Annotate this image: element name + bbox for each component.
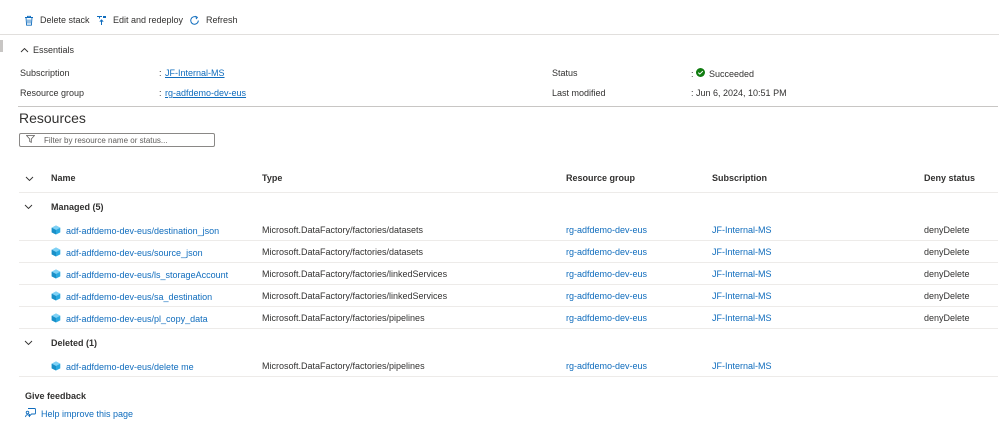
resource-type: Microsoft.DataFactory/factories/linkedSe…	[262, 291, 448, 301]
deny-status: denyDelete	[924, 313, 970, 323]
resource-name-text: adf-adfdemo-dev-eus/source_json	[66, 248, 203, 258]
col-header-name[interactable]: Name	[51, 173, 76, 183]
resource-name-link[interactable]: adf-adfdemo-dev-eus/ls_storageAccount	[51, 269, 228, 281]
resource-group-link[interactable]: rg-adfdemo-dev-eus	[566, 247, 647, 257]
resource-group-link[interactable]: rg-adfdemo-dev-eus	[566, 225, 647, 235]
refresh-label: Refresh	[206, 15, 238, 25]
resource-name-link[interactable]: adf-adfdemo-dev-eus/sa_destination	[51, 291, 212, 303]
refresh-icon	[189, 15, 200, 26]
subscription-link[interactable]: JF-Internal-MS	[712, 313, 772, 323]
filter-input[interactable]	[44, 135, 204, 145]
help-improve-link[interactable]: Help improve this page	[25, 407, 133, 420]
subscription-link[interactable]: JF-Internal-MS	[712, 247, 772, 257]
group-managed-label: Managed (5)	[51, 202, 104, 212]
group-managed[interactable]: Managed (5)	[24, 202, 104, 212]
feedback-icon	[25, 407, 37, 420]
status-value: Succeeded	[696, 68, 754, 79]
row-divider	[19, 240, 998, 241]
deny-status: denyDelete	[924, 247, 970, 257]
help-improve-text: Help improve this page	[41, 408, 134, 419]
resource-group-label: Resource group	[20, 88, 85, 98]
delete-stack-label: Delete stack	[40, 15, 90, 25]
resource-type: Microsoft.DataFactory/factories/datasets	[262, 247, 424, 257]
col-header-deny-status[interactable]: Deny status	[924, 173, 975, 183]
group-deleted-label: Deleted (1)	[51, 338, 98, 348]
resource-cube-icon	[51, 361, 61, 373]
resource-cube-icon	[51, 225, 61, 237]
resource-name-link[interactable]: adf-adfdemo-dev-eus/pl_copy_data	[51, 313, 208, 325]
resources-heading: Resources	[19, 110, 86, 126]
resource-cube-icon	[51, 313, 61, 325]
chevron-down-icon	[24, 202, 51, 212]
last-modified-value: Jun 6, 2024, 10:51 PM	[696, 88, 787, 98]
deny-status: denyDelete	[924, 291, 970, 301]
resource-type: Microsoft.DataFactory/factories/datasets	[262, 225, 424, 235]
chevron-down-icon	[24, 338, 51, 348]
resource-cube-icon	[51, 291, 61, 303]
status-colon: :	[691, 69, 694, 79]
collapse-all-chevron-icon[interactable]	[25, 174, 34, 184]
resource-group-link[interactable]: rg-adfdemo-dev-eus	[566, 313, 647, 323]
subscription-link[interactable]: JF-Internal-MS	[712, 269, 772, 279]
trash-icon	[24, 15, 34, 26]
row-divider	[19, 284, 998, 285]
col-header-type[interactable]: Type	[262, 173, 282, 183]
essentials-toggle[interactable]: Essentials	[20, 45, 74, 55]
col-header-subscription[interactable]: Subscription	[712, 173, 767, 183]
resource-cube-icon	[51, 269, 61, 281]
resource-group-link[interactable]: rg-adfdemo-dev-eus	[566, 291, 647, 301]
filter-icon	[20, 135, 36, 145]
status-text: Succeeded	[709, 68, 755, 79]
command-bar: Delete stack Edit and redeploy Refresh	[0, 0, 999, 35]
row-divider	[19, 328, 998, 329]
edit-redeploy-button[interactable]: Edit and redeploy	[96, 11, 183, 29]
subscription-label: Subscription	[20, 68, 70, 78]
subscription-link[interactable]: JF-Internal-MS	[712, 361, 772, 371]
subscription-link[interactable]: JF-Internal-MS	[165, 68, 225, 78]
resource-name-text: adf-adfdemo-dev-eus/ls_storageAccount	[66, 270, 229, 280]
resource-type: Microsoft.DataFactory/factories/pipeline…	[262, 313, 425, 323]
resource-type: Microsoft.DataFactory/factories/pipeline…	[262, 361, 425, 371]
give-feedback-heading: Give feedback	[25, 391, 87, 401]
resource-name-text: adf-adfdemo-dev-eus/sa_destination	[66, 292, 213, 302]
resource-name-link[interactable]: adf-adfdemo-dev-eus/delete me	[51, 361, 194, 373]
subscription-colon: :	[159, 68, 162, 78]
resource-name-link[interactable]: adf-adfdemo-dev-eus/destination_json	[51, 225, 219, 237]
check-circle-icon	[696, 68, 705, 79]
edit-redeploy-label: Edit and redeploy	[113, 15, 184, 25]
row-divider	[19, 306, 998, 307]
group-deleted[interactable]: Deleted (1)	[24, 338, 97, 348]
left-edge-marker	[0, 40, 3, 52]
last-modified-colon: :	[691, 88, 694, 98]
delete-stack-button[interactable]: Delete stack	[24, 11, 90, 29]
col-header-resource-group[interactable]: Resource group	[566, 173, 635, 183]
subscription-link[interactable]: JF-Internal-MS	[712, 291, 772, 301]
edit-upload-icon	[96, 15, 107, 26]
resource-group-link[interactable]: rg-adfdemo-dev-eus	[566, 361, 647, 371]
resource-type: Microsoft.DataFactory/factories/linkedSe…	[262, 269, 448, 279]
resource-group-colon: :	[159, 88, 162, 98]
row-divider	[19, 376, 998, 377]
status-label: Status	[552, 68, 578, 78]
resource-name-text: adf-adfdemo-dev-eus/delete me	[66, 362, 194, 372]
resource-name-text: adf-adfdemo-dev-eus/pl_copy_data	[66, 314, 208, 324]
last-modified-label: Last modified	[552, 88, 606, 98]
chevron-up-icon	[20, 45, 29, 55]
header-divider	[19, 192, 998, 193]
subscription-link[interactable]: JF-Internal-MS	[712, 225, 772, 235]
filter-box[interactable]	[19, 133, 215, 147]
resource-group-link[interactable]: rg-adfdemo-dev-eus	[566, 269, 647, 279]
resource-group-link[interactable]: rg-adfdemo-dev-eus	[165, 88, 246, 98]
resource-name-link[interactable]: adf-adfdemo-dev-eus/source_json	[51, 247, 203, 259]
deny-status: denyDelete	[924, 225, 970, 235]
deny-status: denyDelete	[924, 269, 970, 279]
resource-cube-icon	[51, 247, 61, 259]
row-divider	[19, 262, 998, 263]
essentials-divider	[18, 106, 998, 107]
resource-name-text: adf-adfdemo-dev-eus/destination_json	[66, 226, 220, 236]
essentials-title: Essentials	[33, 45, 75, 55]
refresh-button[interactable]: Refresh	[189, 11, 238, 29]
